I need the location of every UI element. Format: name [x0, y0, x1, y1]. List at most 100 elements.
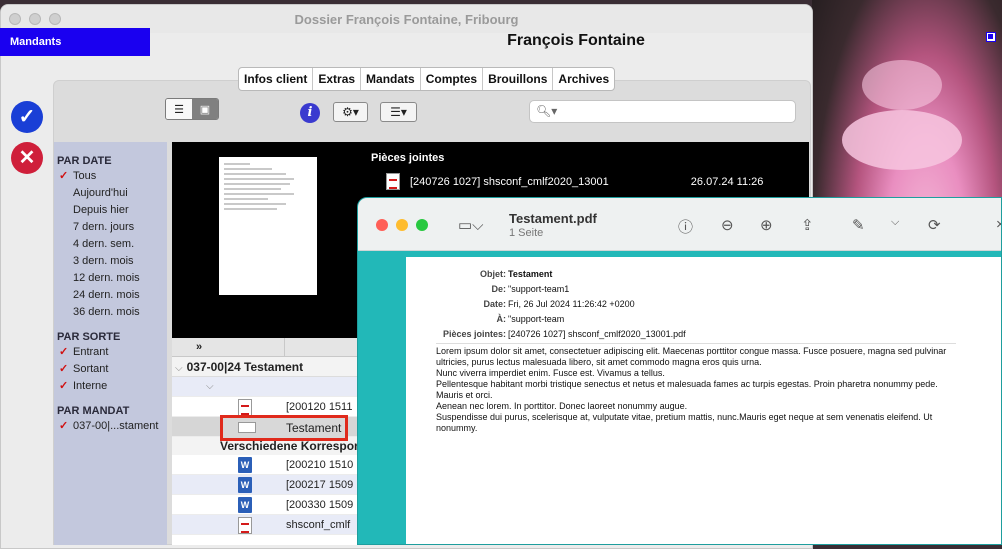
pdf-page: Objet: Testament De: "support-team1 Date: Fri…: [406, 257, 1001, 544]
filter-item[interactable]: 3 dern. mois: [57, 253, 167, 270]
attachment-item[interactable]: [240726 1027] shsconf_cmlf2020_13001 26.…: [386, 173, 763, 190]
gear-menu-icon[interactable]: ⚙▾: [333, 102, 368, 122]
highlighted-testament-item[interactable]: Testament: [220, 415, 348, 441]
list-item-label: [200120 1511: [286, 401, 353, 413]
chevron-down-icon[interactable]: ⌵: [175, 363, 183, 374]
tab-extras[interactable]: Extras: [313, 68, 362, 90]
section-tabs: Infos client Extras Mandats Comptes Brou…: [238, 67, 616, 91]
window-mode-icon[interactable]: [986, 32, 996, 42]
list-item[interactable]: [200120 1511: [172, 397, 362, 417]
metadata-row: Objet: Testament: [436, 267, 1001, 282]
pdf-icon: [238, 399, 252, 416]
mandat-group[interactable]: ⌵ 037-00|24 Testament: [172, 357, 362, 377]
filter-item[interactable]: 24 dern. mois: [57, 287, 167, 304]
list-item[interactable]: W [200210 1510: [172, 455, 362, 475]
chevron-down-icon[interactable]: ⌵: [206, 377, 214, 397]
list-item-label: [200217 1509: [286, 479, 354, 491]
search-icon: 🔍︎▾: [536, 104, 558, 118]
window-title: Dossier François Fontaine, Fribourg: [294, 11, 519, 27]
tab-brouillons[interactable]: Brouillons: [483, 68, 554, 90]
metadata-key: Objet:: [480, 269, 506, 279]
preview-title: Testament.pdf: [509, 211, 597, 226]
zoom-window-button[interactable]: [416, 219, 428, 231]
zoom-out-icon[interactable]: ⊖: [721, 216, 734, 234]
filter-section-title: PAR SORTE: [57, 331, 121, 343]
preview-view-icon[interactable]: ▣: [192, 99, 218, 119]
list-item[interactable]: shsconf_cmlf: [172, 515, 362, 535]
chevron-down-icon[interactable]: ⌵: [891, 216, 899, 229]
filter-item[interactable]: Aujourd'hui: [57, 185, 167, 202]
list-item-label: shsconf_cmlf: [286, 519, 351, 531]
filter-item[interactable]: 7 dern. jours: [57, 219, 167, 236]
filter-item[interactable]: Depuis hier: [57, 202, 167, 219]
list-item[interactable]: W [200330 1509: [172, 495, 362, 515]
body-paragraph: Aenean nec lorem. In porttitor. Donec la…: [436, 401, 688, 411]
filter-item[interactable]: 12 dern. mois: [57, 270, 167, 287]
metadata-row: À: "support-team: [436, 312, 1001, 327]
mandants-tab[interactable]: Mandants: [0, 28, 150, 56]
metadata-value: Testament: [508, 269, 553, 279]
zoom-in-icon[interactable]: ⊕: [760, 216, 773, 234]
filter-item[interactable]: 4 dern. sem.: [57, 236, 167, 253]
minimize-window-button[interactable]: [396, 219, 408, 231]
confirm-icon[interactable]: ✓: [11, 101, 43, 133]
info-icon[interactable]: i: [300, 103, 320, 123]
group-expander-row[interactable]: ⌵: [172, 377, 362, 397]
document-list: » ⌵ 037-00|24 Testament ⌵ [200120 1511 Ve…: [172, 338, 362, 545]
filter-item[interactable]: Tous: [57, 168, 167, 185]
filter-section-title: PAR DATE: [57, 155, 112, 167]
body-paragraph: Pellentesque habitant morbi tristique se…: [436, 379, 938, 400]
filter-item[interactable]: 037-00|...stament: [57, 418, 167, 435]
metadata-row: Pièces jointes: [240726 1027] shsconf_cml…: [436, 327, 1001, 342]
metadata-key: Pièces jointes:: [442, 329, 506, 339]
list-menu-icon[interactable]: ☰▾: [380, 102, 417, 122]
body-paragraph: Suspendisse dui purus, scelerisque at, v…: [436, 412, 933, 433]
filter-sidebar: PAR DATETousAujourd'huiDepuis hier7 dern…: [54, 142, 167, 545]
metadata-key: Date:: [483, 299, 506, 309]
mail-attachment-icon: [238, 422, 256, 433]
tab-archives[interactable]: Archives: [553, 68, 614, 90]
preview-page-count: 1 Seite: [509, 227, 544, 239]
close-icon[interactable]: ×: [996, 216, 1001, 233]
filter-item[interactable]: Interne: [57, 378, 167, 395]
tab-infos-client[interactable]: Infos client: [239, 68, 314, 90]
view-mode-toggle: ☰ ▣: [165, 98, 219, 120]
word-icon: W: [238, 497, 252, 513]
list-item[interactable]: W [200217 1509: [172, 475, 362, 495]
close-window-button[interactable]: [376, 219, 388, 231]
metadata-row: Date: Fri, 26 Jul 2024 11:26:42 +0200: [436, 297, 1001, 312]
preview-window: ▭⌵ Testament.pdf 1 Seite ⓘ ⊖ ⊕ ⇪ ✎ ⌵ ⟳ ×…: [357, 197, 1002, 545]
search-input[interactable]: 🔍︎▾: [529, 100, 796, 123]
filter-item[interactable]: Sortant: [57, 361, 167, 378]
cancel-icon[interactable]: ✕: [11, 142, 43, 174]
document-thumbnail[interactable]: [219, 157, 317, 295]
sidebar-toggle-icon[interactable]: ▭⌵: [458, 216, 484, 234]
client-name: François Fontaine: [507, 32, 645, 49]
metadata-key: À:: [496, 314, 507, 324]
preview-toolbar: ▭⌵ Testament.pdf 1 Seite ⓘ ⊖ ⊕ ⇪ ✎ ⌵ ⟳ ×: [358, 198, 1001, 251]
filter-section-title: PAR MANDAT: [57, 405, 130, 417]
pdf-icon: [238, 517, 252, 534]
info-icon[interactable]: ⓘ: [678, 216, 693, 237]
share-icon[interactable]: ⇪: [801, 216, 814, 234]
list-item-label: [200210 1510: [286, 459, 354, 471]
tab-mandats[interactable]: Mandats: [361, 68, 421, 90]
tab-comptes[interactable]: Comptes: [421, 68, 484, 90]
subgroup-label: Verschiedene Korrespon: [220, 439, 362, 453]
filter-item[interactable]: 36 dern. mois: [57, 304, 167, 321]
metadata-value: "support-team: [508, 314, 565, 324]
body-paragraph: Nunc viverra imperdiet enim. Fusce est. …: [436, 368, 665, 378]
expand-columns-button[interactable]: »: [196, 341, 202, 353]
filter-item[interactable]: Entrant: [57, 344, 167, 361]
list-item-label: [200330 1509: [286, 499, 354, 511]
attachment-file-name: [240726 1027] shsconf_cmlf2020_13001: [410, 175, 609, 188]
list-header: »: [172, 338, 362, 357]
word-icon: W: [238, 457, 252, 473]
list-view-icon[interactable]: ☰: [166, 99, 192, 119]
word-icon: W: [238, 477, 252, 493]
rotate-icon[interactable]: ⟳: [928, 216, 941, 234]
markup-pen-icon[interactable]: ✎: [852, 216, 865, 234]
metadata-value: Fri, 26 Jul 2024 11:26:42 +0200: [508, 299, 635, 309]
metadata-value: [240726 1027] shsconf_cmlf2020_13001.pdf: [508, 329, 686, 339]
email-body: Lorem ipsum dolor sit amet, consectetuer…: [436, 346, 956, 434]
